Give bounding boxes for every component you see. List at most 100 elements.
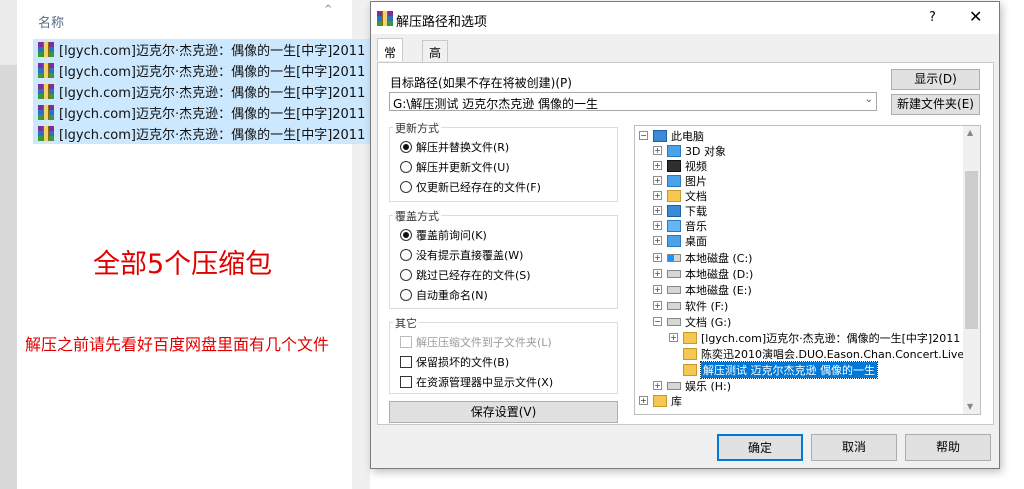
expand-icon[interactable]: +	[653, 236, 662, 245]
radio-extract-replace[interactable]: 解压并替换文件(R)	[400, 138, 509, 156]
expand-icon[interactable]: +	[653, 381, 662, 390]
name-column-header[interactable]: 名称	[38, 12, 64, 31]
tree-scrollbar[interactable]: ▲ ▼	[963, 126, 980, 414]
radio-icon[interactable]	[400, 161, 412, 173]
ok-button[interactable]: 确定	[717, 434, 803, 461]
3d-objects-icon	[667, 144, 681, 157]
radio-auto-rename[interactable]: 自动重命名(N)	[400, 286, 488, 304]
expand-icon[interactable]: +	[653, 285, 662, 294]
folder-icon	[683, 347, 697, 360]
expand-icon[interactable]: +	[653, 221, 662, 230]
tree-node-selected[interactable]: 解压测试 迈克尔杰克逊 偶像的一生	[683, 360, 878, 379]
radio-icon[interactable]	[400, 181, 412, 193]
file-row[interactable]: [lgych.com]迈克尔·杰克逊：偶像的一生[中字]2011 BluRay	[33, 102, 370, 123]
radio-ask-before-overwrite[interactable]: 覆盖前询问(K)	[400, 226, 487, 244]
radio-extract-update[interactable]: 解压并更新文件(U)	[400, 158, 510, 176]
radio-icon[interactable]	[400, 249, 412, 261]
option-label: 覆盖前询问(K)	[416, 229, 487, 242]
tree-node[interactable]: + 图片	[653, 173, 707, 188]
radio-icon[interactable]	[400, 289, 412, 301]
checkbox-icon[interactable]	[400, 376, 412, 388]
expand-icon[interactable]: +	[653, 253, 662, 262]
radio-icon[interactable]	[400, 269, 412, 281]
help-button[interactable]: 帮助	[905, 434, 991, 461]
cancel-button[interactable]: 取消	[811, 434, 897, 461]
file-row[interactable]: [lgych.com]迈克尔·杰克逊：偶像的一生[中字]2011 BluRay	[33, 123, 370, 144]
tree-node-this-pc[interactable]: − 此电脑	[639, 128, 704, 143]
chevron-down-icon[interactable]: ⌄	[865, 94, 873, 105]
checkbox-icon[interactable]	[400, 356, 412, 368]
winrar-archive-icon	[38, 84, 54, 99]
scroll-up-icon[interactable]: ▲	[967, 128, 973, 137]
radio-fresh-existing[interactable]: 仅更新已经存在的文件(F)	[400, 178, 541, 196]
scrollbar-thumb[interactable]	[965, 171, 978, 329]
checkbox-icon	[400, 336, 412, 348]
file-row[interactable]: [lgych.com]迈克尔·杰克逊：偶像的一生[中字]2011 BluRay	[33, 81, 370, 102]
checkbox-keep-broken-files[interactable]: 保留损坏的文件(B)	[400, 353, 509, 371]
tab-advanced[interactable]: 高级	[422, 40, 449, 77]
radio-checked-icon[interactable]	[400, 229, 412, 241]
tree-node-label: 此电脑	[671, 129, 704, 143]
winrar-archive-icon	[38, 126, 54, 141]
other-options-group: 其它 解压压缩文件到子文件夹(L) 保留损坏的文件(B) 在资源管理器中显示文件…	[389, 315, 618, 394]
tree-node[interactable]: + 库	[639, 393, 682, 408]
folder-icon	[683, 331, 697, 344]
radio-skip-existing[interactable]: 跳过已经存在的文件(S)	[400, 266, 531, 284]
drive-icon	[667, 317, 681, 326]
expand-icon[interactable]: +	[653, 161, 662, 170]
tree-node[interactable]: + 下载	[653, 203, 707, 218]
radio-checked-icon[interactable]	[400, 141, 412, 153]
tree-node[interactable]: + 本地磁盘 (E:)	[653, 282, 752, 297]
tree-node[interactable]: + [lgych.com]迈克尔·杰克逊：偶像的一生[中字]2011 BluRa	[669, 330, 980, 345]
tree-node-label: 本地磁盘 (D:)	[685, 267, 754, 281]
file-name: [lgych.com]迈克尔·杰克逊：偶像的一生[中字]2011 BluRay	[59, 86, 370, 101]
folder-icon	[683, 363, 697, 376]
tree-node[interactable]: 陈奕迅2010演唱会.DUO.Eason.Chan.Concert.Live.2…	[683, 346, 980, 361]
tree-node[interactable]: + 音乐	[653, 218, 707, 233]
expand-icon[interactable]: +	[653, 206, 662, 215]
drive-icon	[667, 285, 681, 294]
checkbox-show-in-explorer[interactable]: 在资源管理器中显示文件(X)	[400, 373, 553, 391]
tree-node[interactable]: + 视频	[653, 158, 707, 173]
tree-node[interactable]: + 3D 对象	[653, 143, 726, 158]
collapse-icon[interactable]: −	[639, 131, 648, 140]
help-icon[interactable]: ?	[929, 10, 936, 25]
tree-node[interactable]: + 本地磁盘 (D:)	[653, 266, 753, 281]
tree-node[interactable]: + 文档	[653, 188, 707, 203]
expand-icon[interactable]: +	[653, 146, 662, 155]
show-button[interactable]: 显示(D)	[891, 69, 980, 90]
expand-icon[interactable]: +	[653, 191, 662, 200]
expand-icon[interactable]: +	[639, 396, 648, 405]
collapse-icon[interactable]: −	[653, 317, 662, 326]
dialog-title-bar[interactable]: 解压路径和选项 ? ✕	[371, 2, 999, 34]
option-label: 解压并替换文件(R)	[416, 141, 510, 154]
tree-node[interactable]: + 软件 (F:)	[653, 298, 728, 313]
desktop-icon	[667, 234, 681, 247]
destination-path-input[interactable]: G:\解压测试 迈克尔杰克逊 偶像的一生 ⌄	[389, 92, 877, 111]
download-icon	[667, 204, 681, 217]
option-label: 保留损坏的文件(B)	[416, 356, 510, 369]
expand-icon[interactable]: +	[669, 333, 678, 342]
expand-icon[interactable]: +	[653, 301, 662, 310]
tree-node[interactable]: + 本地磁盘 (C:)	[653, 250, 752, 265]
file-row[interactable]: [lgych.com]迈克尔·杰克逊：偶像的一生[中字]2011 BluRay	[33, 60, 370, 81]
tree-node-g-drive[interactable]: − 文档 (G:)	[653, 314, 731, 329]
checkbox-extract-to-subfolders: 解压压缩文件到子文件夹(L)	[400, 333, 552, 351]
tree-node-label: 文档 (G:)	[685, 315, 732, 329]
new-folder-button[interactable]: 新建文件夹(E)	[891, 94, 980, 115]
file-name: [lgych.com]迈克尔·杰克逊：偶像的一生[中字]2011 BluRay	[59, 65, 370, 80]
close-icon[interactable]: ✕	[969, 7, 982, 26]
tree-node[interactable]: + 娱乐 (H:)	[653, 378, 731, 393]
file-row[interactable]: [lgych.com]迈克尔·杰克逊：偶像的一生[中字]2011 BluRay	[33, 39, 370, 60]
winrar-archive-icon	[38, 63, 54, 78]
tree-node-label: 解压测试 迈克尔杰克逊 偶像的一生	[700, 360, 878, 379]
expand-icon[interactable]: +	[653, 269, 662, 278]
navigation-pane-scrollbar[interactable]	[0, 65, 17, 489]
folder-tree[interactable]: − 此电脑 + 3D 对象 + 视频 + 图片 + 文档 + 下载 + 音乐 +…	[634, 125, 981, 415]
tree-node[interactable]: + 桌面	[653, 233, 707, 248]
tab-general[interactable]: 常规	[377, 38, 404, 77]
save-settings-button[interactable]: 保存设置(V)	[389, 401, 618, 423]
scroll-down-icon[interactable]: ▼	[967, 402, 973, 411]
expand-icon[interactable]: +	[653, 176, 662, 185]
radio-overwrite-without-prompt[interactable]: 没有提示直接覆盖(W)	[400, 246, 523, 264]
